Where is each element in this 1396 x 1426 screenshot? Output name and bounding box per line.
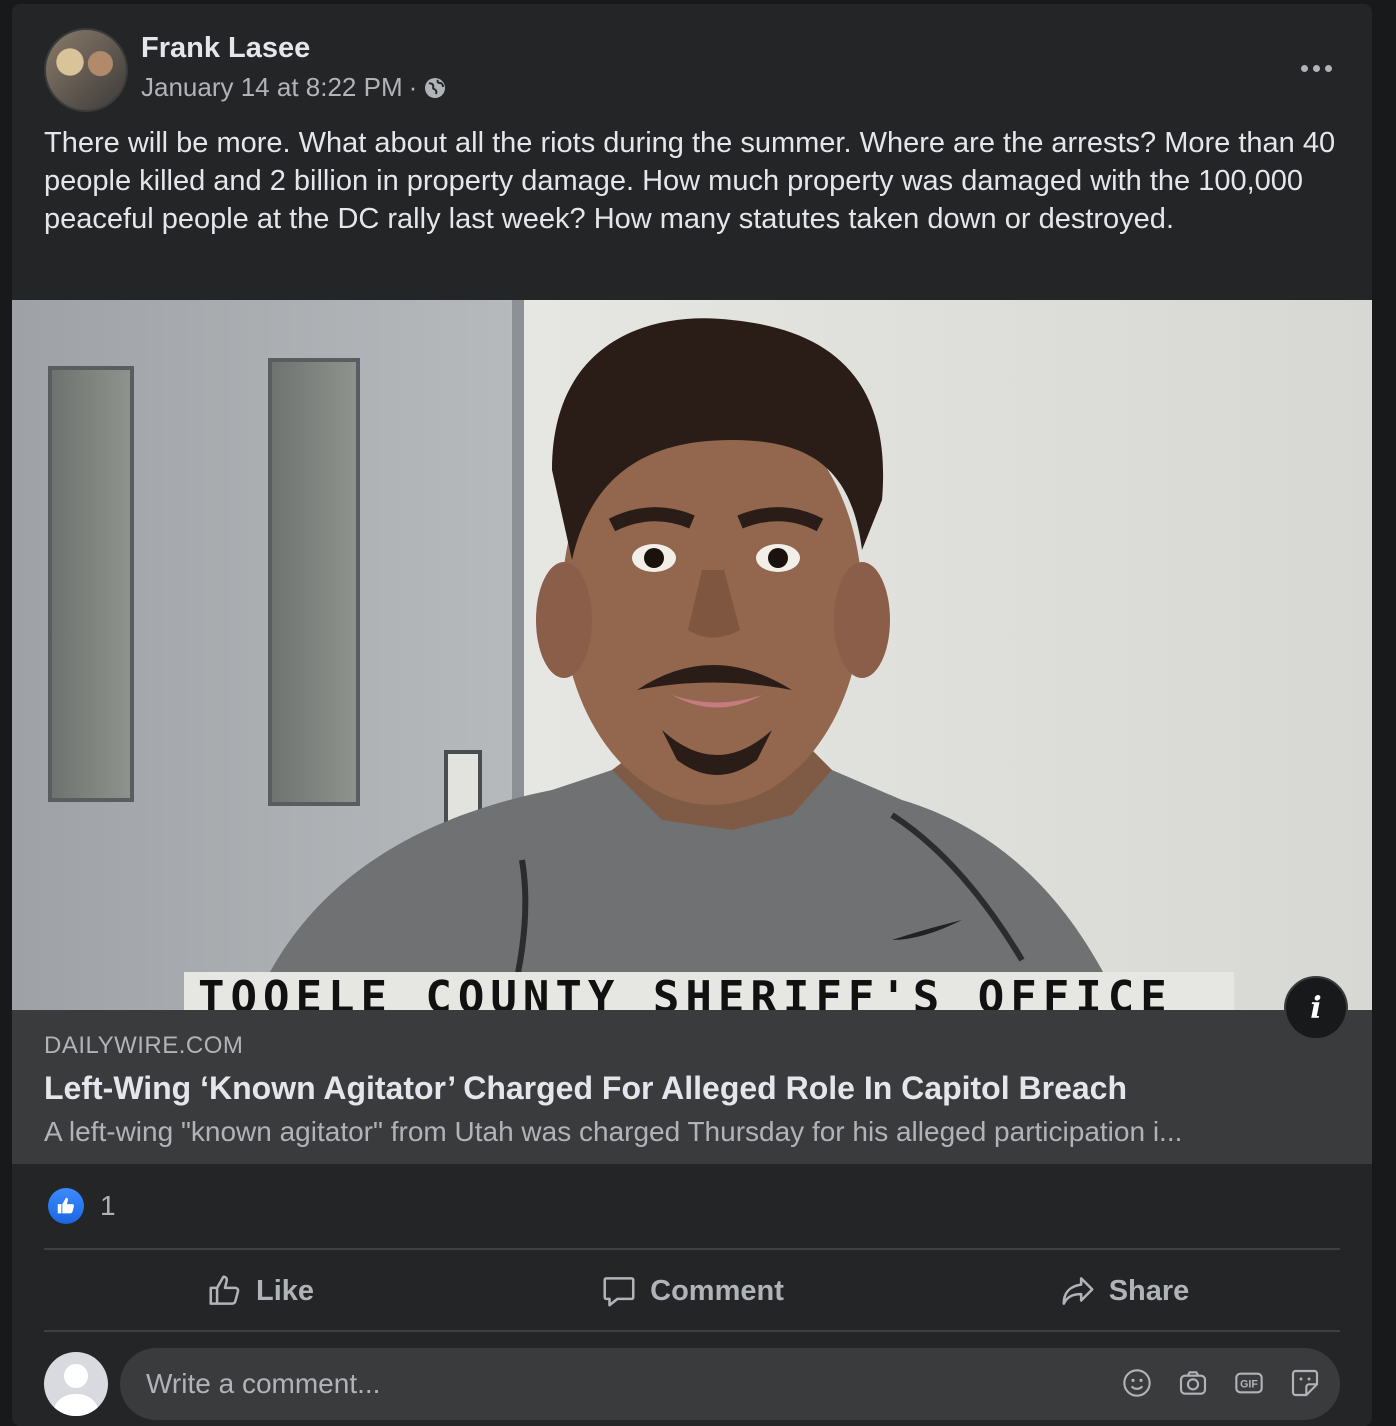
comment-tools: GIF: [1120, 1366, 1322, 1400]
globe-icon[interactable]: [423, 76, 447, 100]
comment-label: Comment: [650, 1274, 784, 1307]
post-header: Frank Lasee January 14 at 8:22 PM ·: [44, 28, 1340, 112]
thumbs-up-icon: [48, 1188, 84, 1224]
post-card: Frank Lasee January 14 at 8:22 PM · Ther…: [12, 4, 1372, 1426]
info-icon[interactable]: i: [1284, 976, 1348, 1040]
sticker-icon[interactable]: [1288, 1366, 1322, 1400]
reaction-count: 1: [100, 1190, 116, 1221]
post-body: There will be more. What about all the r…: [44, 127, 1336, 235]
comment-icon: [603, 1277, 635, 1307]
camera-icon[interactable]: [1176, 1366, 1210, 1400]
meta-separator: ·: [408, 72, 418, 102]
share-button[interactable]: Share: [908, 1252, 1340, 1330]
dot-icon: [1300, 64, 1308, 72]
image-caption: TOOELE COUNTY SHERIFF'S OFFICE: [184, 972, 1234, 1010]
author-name[interactable]: Frank Lasee: [141, 32, 310, 65]
gif-icon[interactable]: GIF: [1232, 1366, 1266, 1400]
author-avatar[interactable]: [44, 28, 128, 112]
share-label: Share: [1108, 1274, 1190, 1307]
mugshot-photo: [252, 318, 1122, 1010]
emoji-icon[interactable]: [1120, 1366, 1154, 1400]
user-avatar[interactable]: [44, 1352, 108, 1416]
dot-icon: [1312, 64, 1320, 72]
link-description: A left-wing "known agitator" from Utah w…: [44, 1116, 1183, 1147]
comment-composer: GIF: [44, 1348, 1340, 1420]
link-title[interactable]: Left-Wing ‘Known Agitator’ Charged For A…: [44, 1070, 1127, 1107]
post-timestamp[interactable]: January 14 at 8:22 PM: [141, 72, 403, 103]
dot-icon: [1324, 64, 1332, 72]
link-preview[interactable]: DAILYWIRE.COM Left-Wing ‘Known Agitator’…: [12, 1010, 1372, 1164]
svg-text:GIF: GIF: [1240, 1379, 1258, 1391]
divider: [44, 1330, 1340, 1332]
reaction-summary[interactable]: 1: [48, 1188, 116, 1224]
divider: [44, 1248, 1340, 1250]
post-meta: January 14 at 8:22 PM ·: [141, 72, 447, 103]
like-icon: [209, 1275, 240, 1305]
link-image[interactable]: TOOELE COUNTY SHERIFF'S OFFICE: [12, 300, 1372, 1010]
share-icon: [1062, 1277, 1094, 1305]
comment-button[interactable]: Comment: [476, 1252, 908, 1330]
like-button[interactable]: Like: [44, 1252, 476, 1330]
like-label: Like: [255, 1274, 315, 1307]
link-domain: DAILYWIRE.COM: [44, 1032, 244, 1059]
more-options-button[interactable]: [1292, 48, 1340, 88]
action-bar: Like Comment Share: [44, 1252, 1340, 1330]
